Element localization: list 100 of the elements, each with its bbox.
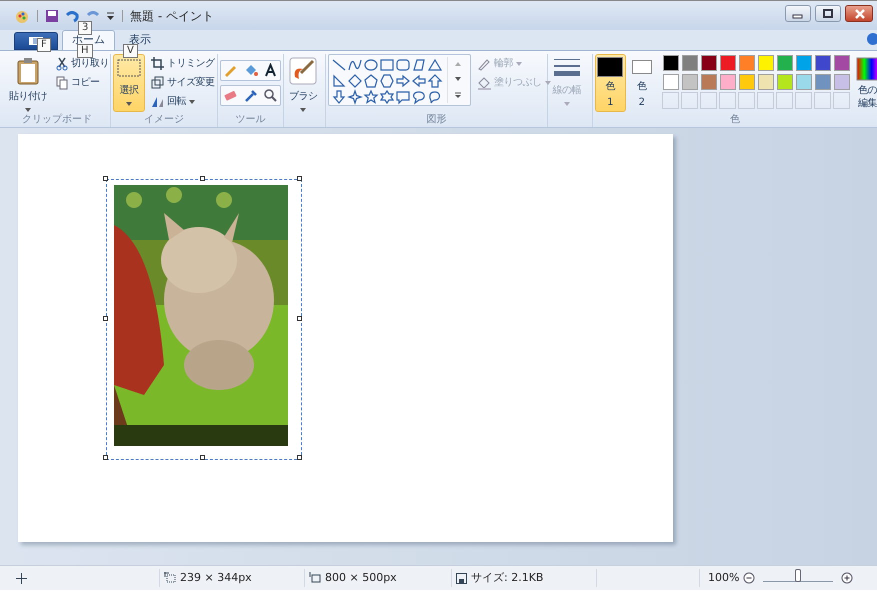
- select-button[interactable]: 選択: [112, 54, 145, 112]
- empty-color-slot[interactable]: [832, 92, 850, 109]
- color-swatch[interactable]: [796, 74, 812, 90]
- shape-icon[interactable]: [347, 89, 363, 105]
- color-swatch[interactable]: [758, 74, 774, 90]
- canvas-size-icon: [309, 572, 321, 584]
- empty-color-slot[interactable]: [756, 92, 774, 109]
- shape-icon[interactable]: [428, 74, 442, 88]
- color-swatch[interactable]: [796, 55, 812, 71]
- shape-icon[interactable]: [332, 90, 346, 104]
- caret-icon: [516, 62, 522, 66]
- brush-icon: [289, 57, 318, 85]
- crop-button[interactable]: トリミング: [148, 54, 218, 73]
- rotate-icon: [150, 95, 164, 108]
- shape-icon[interactable]: [364, 59, 378, 71]
- key-tip: 3: [78, 21, 92, 35]
- resize-handle[interactable]: [297, 176, 302, 181]
- color-spectrum-icon: [856, 57, 877, 81]
- resize-handle[interactable]: [103, 316, 108, 320]
- rotate-button[interactable]: 回転: [148, 92, 218, 111]
- shape-gallery[interactable]: [328, 54, 472, 106]
- shape-icon[interactable]: [429, 91, 440, 104]
- shape-icon[interactable]: [348, 60, 362, 70]
- color-swatch[interactable]: [662, 74, 679, 90]
- shape-icon[interactable]: [380, 59, 394, 71]
- resize-handle[interactable]: [103, 455, 108, 460]
- empty-color-slot[interactable]: [662, 92, 679, 109]
- resize-handle[interactable]: [297, 316, 302, 320]
- shape-icon[interactable]: [412, 74, 426, 88]
- resize-icon: [150, 76, 164, 89]
- undo-icon[interactable]: [64, 8, 80, 22]
- resize-button[interactable]: サイズ変更: [148, 73, 218, 92]
- color-swatch[interactable]: [720, 74, 736, 90]
- caret-icon: [564, 102, 570, 106]
- empty-color-slot[interactable]: [700, 92, 717, 109]
- color-swatch[interactable]: [776, 55, 793, 71]
- color-swatch[interactable]: [776, 74, 793, 90]
- shape-icon[interactable]: [396, 59, 410, 71]
- maximize-button[interactable]: [815, 5, 841, 22]
- help-icon[interactable]: [866, 32, 877, 46]
- empty-color-slot[interactable]: [794, 92, 812, 109]
- color-swatch[interactable]: [758, 55, 774, 71]
- shape-icon[interactable]: [413, 91, 425, 104]
- shape-icon[interactable]: [348, 74, 362, 88]
- zoom-slider[interactable]: [763, 568, 834, 582]
- dropdown-icon[interactable]: [106, 10, 115, 20]
- empty-color-slot[interactable]: [738, 92, 755, 109]
- color-swatch[interactable]: [814, 74, 831, 90]
- empty-color-slot[interactable]: [814, 92, 831, 109]
- color-swatch[interactable]: [814, 55, 831, 71]
- shape-icon[interactable]: [364, 74, 378, 88]
- color-swatch[interactable]: [700, 74, 717, 90]
- zoom-text: 100%: [708, 570, 740, 586]
- close-button[interactable]: [845, 5, 873, 22]
- color-slot-button[interactable]: 色 1: [594, 54, 626, 112]
- empty-color-slot[interactable]: [776, 92, 793, 109]
- scissors-icon: [56, 56, 68, 70]
- resize-handle[interactable]: [297, 455, 302, 460]
- move-cursor-icon: [16, 572, 27, 584]
- shape-icon[interactable]: [333, 74, 346, 87]
- shape-icon[interactable]: [428, 58, 442, 71]
- zoom-out-button[interactable]: [743, 572, 756, 584]
- copy-button[interactable]: コピー: [53, 73, 112, 92]
- color-slot-button[interactable]: 色 2: [628, 54, 655, 112]
- selection-icon: [116, 57, 142, 79]
- minimize-button[interactable]: [785, 5, 811, 22]
- color-slot-number: 2: [638, 96, 645, 109]
- shape-icon[interactable]: [332, 60, 346, 70]
- color-swatch[interactable]: [738, 74, 755, 90]
- group-label: 図形: [425, 113, 448, 127]
- color-swatch[interactable]: [662, 55, 679, 71]
- color-swatch[interactable]: [834, 55, 850, 71]
- empty-color-slot[interactable]: [718, 92, 736, 109]
- save-icon[interactable]: [45, 8, 59, 22]
- color-swatch[interactable]: [834, 74, 850, 90]
- group-label: イメージ: [142, 113, 185, 127]
- brush-button[interactable]: ブラシ: [286, 54, 321, 112]
- edit-colors-button[interactable]: 色の編集: [854, 54, 877, 112]
- selection-rectangle[interactable]: [106, 179, 302, 460]
- color-swatch[interactable]: [682, 74, 698, 90]
- shape-icon[interactable]: [396, 74, 410, 88]
- zoom-in-button[interactable]: [841, 572, 854, 584]
- shape-icon[interactable]: [396, 91, 410, 104]
- color-swatch[interactable]: [738, 55, 755, 71]
- shape-icon[interactable]: [413, 59, 425, 71]
- copy-icon: [56, 76, 68, 90]
- caret-icon: [544, 80, 551, 84]
- shape-icon[interactable]: [380, 90, 394, 104]
- empty-color-slot[interactable]: [680, 92, 698, 109]
- resize-handle[interactable]: [200, 455, 205, 460]
- resize-handle[interactable]: [200, 176, 205, 181]
- color-swatch[interactable]: [682, 55, 698, 71]
- resize-handle[interactable]: [103, 176, 108, 181]
- shape-icon[interactable]: [380, 74, 394, 88]
- color-swatch[interactable]: [700, 55, 717, 71]
- caret-icon: [300, 108, 306, 112]
- shape-icon[interactable]: [364, 90, 379, 104]
- color-swatch[interactable]: [720, 55, 736, 71]
- slider-thumb[interactable]: [795, 569, 802, 582]
- paste-button[interactable]: 貼り付け: [6, 54, 50, 112]
